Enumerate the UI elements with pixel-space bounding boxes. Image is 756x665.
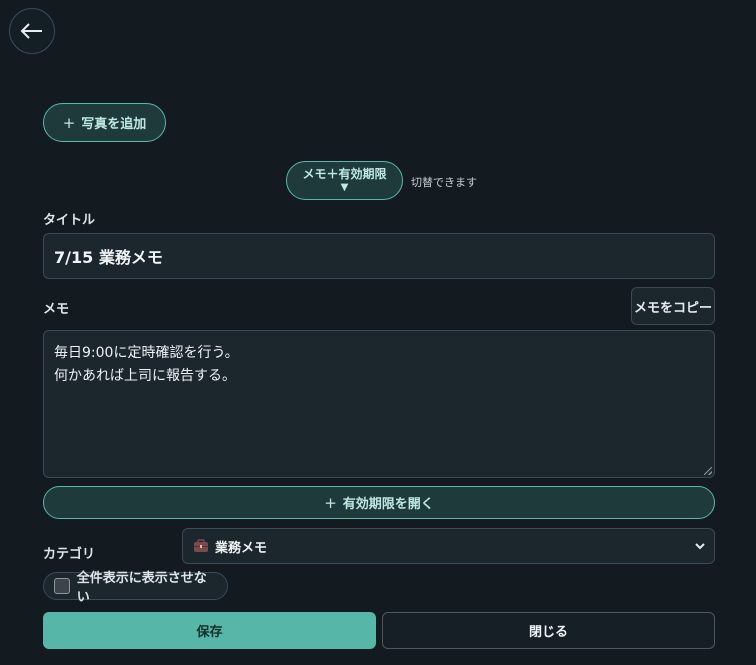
mode-toggle-label: メモ＋有効期限: [302, 166, 387, 181]
memo-line: 毎日9:00に定時確認を行う。: [54, 345, 239, 361]
copy-memo-button[interactable]: メモをコピー: [631, 287, 715, 325]
title-label: タイトル: [43, 213, 96, 228]
add-photo-button[interactable]: + 写真を追加: [43, 103, 166, 142]
memo-textarea[interactable]: 毎日9:00に定時確認を行う。 何かあれば上司に報告する。: [43, 330, 715, 478]
mode-toggle-hint: 切替できます: [411, 176, 477, 189]
category-selected-value: 業務メモ: [215, 540, 268, 556]
add-photo-label: 写真を追加: [81, 117, 147, 132]
open-expiry-label: 有効期限を開く: [342, 497, 434, 512]
save-button[interactable]: 保存: [43, 612, 376, 649]
mode-toggle-button[interactable]: メモ＋有効期限 ▼: [286, 161, 403, 200]
triangle-down-icon: ▼: [340, 181, 349, 193]
briefcase-icon: [194, 539, 208, 552]
title-value: 7/15 業務メモ: [54, 248, 163, 267]
resize-handle[interactable]: [704, 467, 712, 475]
plus-icon: +: [324, 493, 337, 512]
hide-from-all-toggle[interactable]: 全件表示に表示させない: [43, 571, 228, 605]
memo-line: 何かあれば上司に報告する。: [54, 368, 236, 384]
close-button[interactable]: 閉じる: [382, 612, 715, 649]
category-label: カテゴリ: [43, 547, 96, 562]
back-button[interactable]: [9, 8, 55, 54]
memo-edit-page: + 写真を追加 メモ＋有効期限 ▼ 切替できます タイトル 7/15 業務メモ …: [0, 0, 756, 665]
category-select[interactable]: 業務メモ: [182, 528, 715, 564]
chevron-down-icon: [695, 543, 705, 550]
title-input[interactable]: 7/15 業務メモ: [43, 233, 715, 279]
open-expiry-button[interactable]: + 有効期限を開く: [43, 486, 715, 519]
memo-label: メモ: [43, 302, 70, 317]
plus-icon: +: [62, 113, 76, 132]
hide-from-all-label: 全件表示に表示させない: [76, 571, 207, 605]
arrow-left-icon: [20, 23, 42, 39]
checkbox[interactable]: [54, 578, 70, 594]
